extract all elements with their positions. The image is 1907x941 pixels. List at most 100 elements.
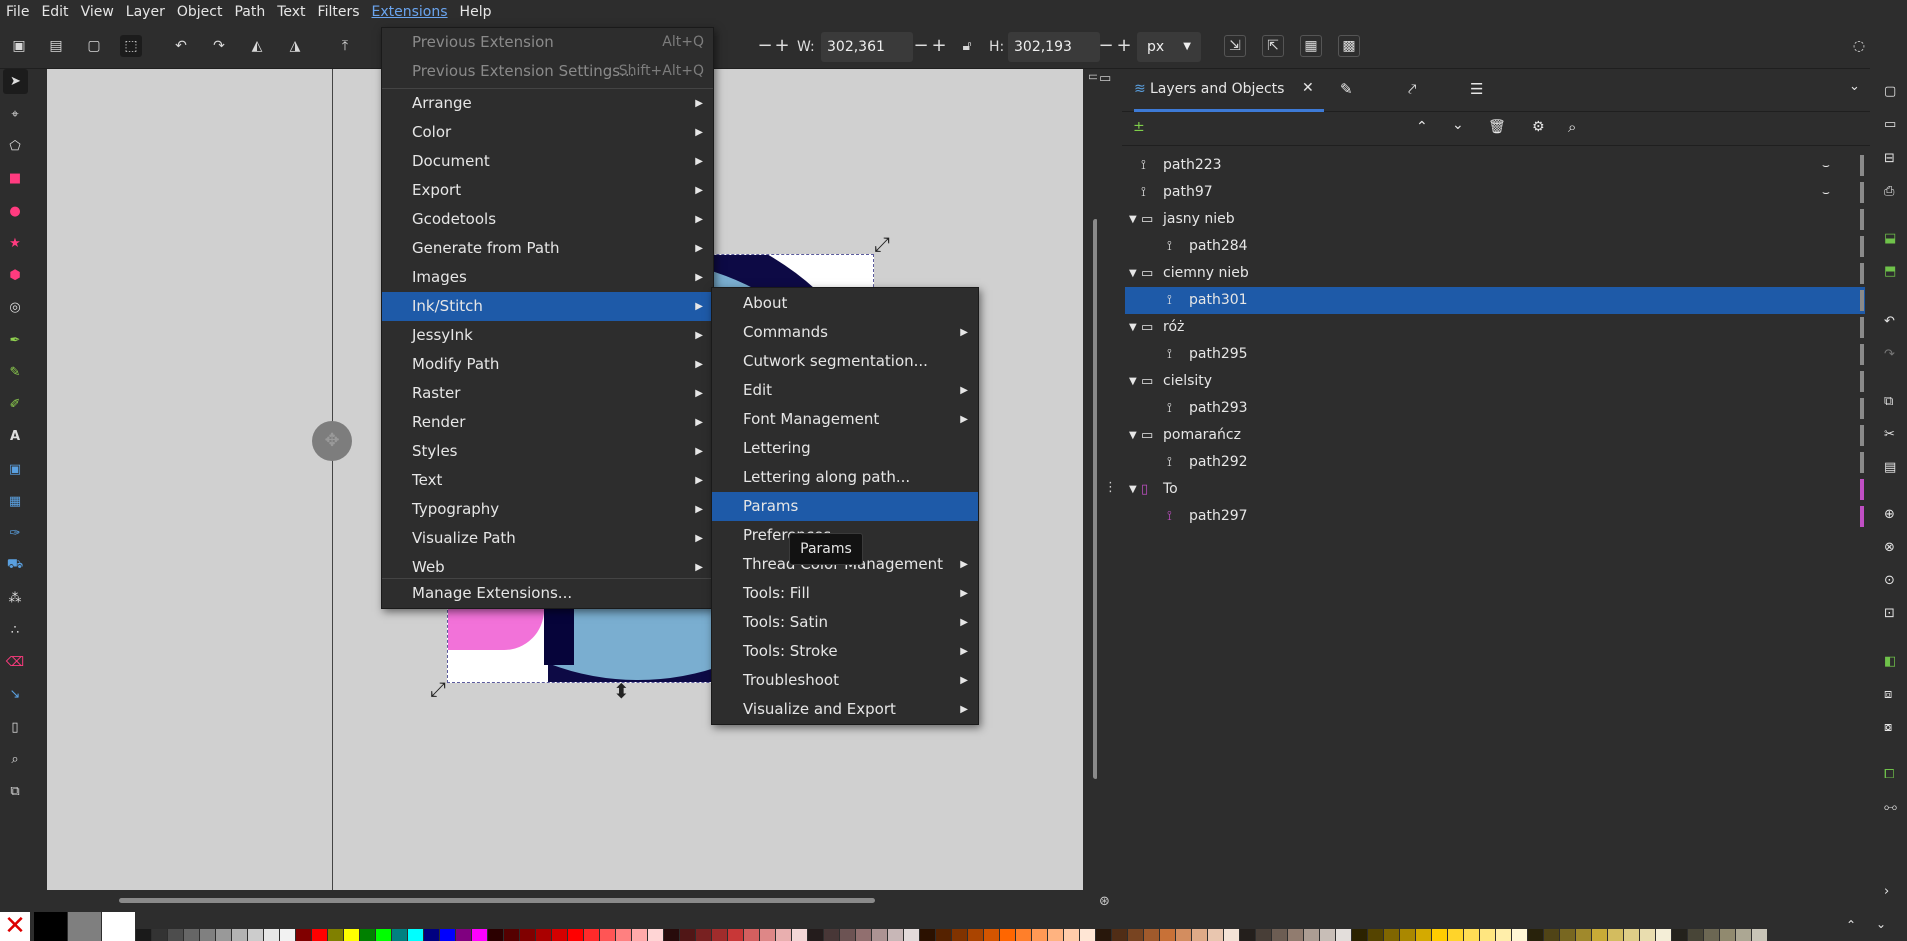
color-swatch[interactable]	[264, 929, 279, 941]
menu-help[interactable]: Help	[454, 0, 498, 24]
lock-ratio-icon[interactable]: 🔓︎	[956, 35, 978, 57]
x-decrement-button[interactable]: −	[756, 32, 774, 62]
flip-vertical-icon[interactable]: ◮	[284, 35, 306, 57]
x-increment-button[interactable]: +	[773, 32, 791, 62]
panel-resize-handle-icon[interactable]: ⋮	[1104, 480, 1117, 495]
color-swatch[interactable]	[840, 929, 855, 941]
color-swatch[interactable]	[936, 929, 951, 941]
color-manage-icon[interactable]: ⊛	[1099, 894, 1110, 909]
fill-stroke-tab-icon[interactable]: ✎	[1340, 80, 1353, 98]
height-input[interactable]: 302,193	[1008, 32, 1100, 62]
touch-select-icon[interactable]: ⬚	[120, 35, 142, 57]
color-swatch[interactable]	[102, 912, 135, 941]
menu-item-previous-extension-settings[interactable]: Previous Extension Settings... Shift+Alt…	[382, 57, 713, 86]
group-icon[interactable]: ⧠	[1884, 767, 1894, 782]
palette-menu-chevron-icon[interactable]: ⌄	[1876, 917, 1886, 931]
align-tab-icon[interactable]: ☰	[1470, 80, 1483, 98]
color-swatch[interactable]	[296, 929, 311, 941]
color-swatch[interactable]	[1064, 929, 1079, 941]
color-swatch[interactable]	[1256, 929, 1271, 941]
vertical-scrollbar[interactable]: ▭	[1083, 69, 1099, 890]
color-swatch[interactable]	[1512, 929, 1527, 941]
unlink-clone-icon[interactable]: ⧇	[1884, 720, 1892, 735]
menu-item-color[interactable]: Color ▶	[382, 118, 713, 147]
layer-row[interactable]: ⟟ path284	[1125, 233, 1865, 260]
zoom-fit-icon[interactable]: ⊡	[1884, 606, 1895, 621]
color-swatch[interactable]	[1576, 929, 1591, 941]
color-swatch[interactable]	[1608, 929, 1623, 941]
color-swatch[interactable]	[1464, 929, 1479, 941]
color-swatch[interactable]	[280, 929, 295, 941]
paste-icon[interactable]: ▤	[1884, 460, 1896, 475]
color-swatch[interactable]	[1528, 929, 1543, 941]
menu-item-ink-stitch[interactable]: Ink/Stitch ▶	[382, 292, 713, 321]
menu-item-generate-from-path[interactable]: Generate from Path ▶	[382, 234, 713, 263]
paint-bucket-tool-icon[interactable]: ⛟	[5, 555, 25, 575]
expand-triangle-icon[interactable]: ▼	[1129, 368, 1137, 395]
menu-item-visualize-path[interactable]: Visualize Path ▶	[382, 524, 713, 553]
deselect-icon[interactable]: ▢	[83, 35, 105, 57]
import-icon[interactable]: ⬓	[1884, 231, 1896, 246]
color-swatch[interactable]	[872, 929, 887, 941]
close-tab-icon[interactable]: ✕	[1302, 80, 1314, 96]
menu-extensions[interactable]: Extensions	[366, 0, 454, 24]
snap-icon[interactable]: ◌	[1848, 35, 1870, 57]
spray-tool-icon-2[interactable]: ∴	[5, 620, 25, 640]
layer-row[interactable]: ⟟ path297	[1125, 503, 1865, 530]
color-swatch[interactable]	[136, 929, 151, 941]
color-swatch[interactable]	[376, 929, 391, 941]
color-swatch[interactable]	[520, 929, 535, 941]
color-swatch[interactable]	[1336, 929, 1351, 941]
color-swatch[interactable]	[680, 929, 695, 941]
color-swatch[interactable]	[168, 929, 183, 941]
color-swatch[interactable]	[888, 929, 903, 941]
rotate-ccw-icon[interactable]: ↶	[170, 35, 192, 57]
menu-view[interactable]: View	[75, 0, 120, 24]
horizontal-scrollbar[interactable]	[31, 890, 1097, 912]
inkstitch-item-lettering[interactable]: Lettering	[712, 434, 978, 463]
color-swatch[interactable]	[1448, 929, 1463, 941]
color-swatch[interactable]	[424, 929, 439, 941]
color-swatch[interactable]	[1672, 929, 1687, 941]
menu-item-raster[interactable]: Raster ▶	[382, 379, 713, 408]
layer-row[interactable]: ▼ ▭ ciemny nieb	[1125, 260, 1865, 287]
layer-row[interactable]: ⟟ path295	[1125, 341, 1865, 368]
color-swatch[interactable]	[760, 929, 775, 941]
color-swatch[interactable]	[776, 929, 791, 941]
path-effects-tab-icon[interactable]: ⤤	[1408, 80, 1416, 98]
search-icon[interactable]: ⌕	[1568, 118, 1576, 136]
menu-item-jessyink[interactable]: JessyInk ▶	[382, 321, 713, 350]
color-swatch[interactable]	[328, 929, 343, 941]
color-swatch[interactable]	[456, 929, 471, 941]
expand-triangle-icon[interactable]: ▼	[1129, 206, 1137, 233]
connector-tool-icon[interactable]: ↘	[5, 684, 25, 704]
move-up-icon[interactable]: ⌃	[1416, 119, 1428, 135]
color-swatch[interactable]	[1112, 929, 1127, 941]
scale-handle-bl-icon[interactable]: ⤢	[430, 677, 446, 701]
layer-row[interactable]: ⟟ path223 ⌣	[1125, 152, 1865, 179]
display-mode-toggle-icon[interactable]: ▭	[1099, 71, 1111, 86]
color-swatch[interactable]	[504, 929, 519, 941]
text-tool-icon[interactable]: A	[5, 426, 25, 446]
tab-layers-and-objects[interactable]: ≋ Layers and Objects ✕	[1134, 69, 1324, 112]
raise-to-top-icon[interactable]: ⤒	[334, 35, 356, 57]
color-swatch[interactable]	[1368, 929, 1383, 941]
horizontal-scroll-thumb[interactable]	[119, 898, 875, 903]
color-swatch[interactable]	[1560, 929, 1575, 941]
move-handle-icon[interactable]: ✥	[312, 421, 352, 461]
menu-item-manage-extensions[interactable]: Manage Extensions...	[382, 579, 713, 608]
color-swatch[interactable]	[232, 929, 247, 941]
color-swatch[interactable]	[712, 929, 727, 941]
color-swatch[interactable]	[1592, 929, 1607, 941]
menu-item-typography[interactable]: Typography ▶	[382, 495, 713, 524]
menu-item-modify-path[interactable]: Modify Path ▶	[382, 350, 713, 379]
color-swatch[interactable]	[728, 929, 743, 941]
inkstitch-item-edit[interactable]: Edit ▶	[712, 376, 978, 405]
color-swatch[interactable]	[34, 912, 67, 941]
add-layer-icon[interactable]: ±	[1133, 119, 1145, 135]
layer-row[interactable]: ⟟ path97 ⌣	[1125, 179, 1865, 206]
menu-item-render[interactable]: Render ▶	[382, 408, 713, 437]
color-swatch[interactable]	[968, 929, 983, 941]
color-swatch[interactable]	[856, 929, 871, 941]
color-swatch[interactable]	[1176, 929, 1191, 941]
